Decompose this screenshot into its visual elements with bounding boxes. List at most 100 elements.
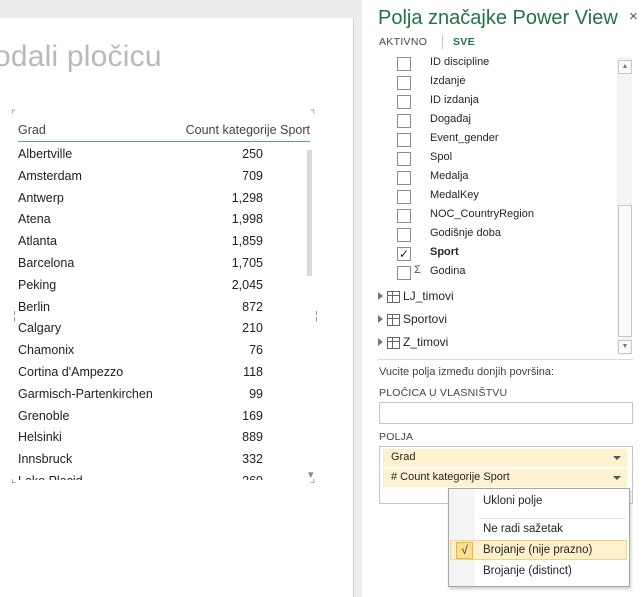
- cell-city: Antwerp: [18, 190, 64, 205]
- cell-city: Cortina d'Ampezzo: [18, 364, 124, 379]
- scroll-up-icon[interactable]: ▲: [618, 60, 632, 74]
- table-tile[interactable]: ⌜ ⌝ ¦ ¦ ⌞ ▾ ⌟ Grad Count kategorije Spor…: [11, 110, 320, 485]
- cell-city: Albertville: [18, 147, 73, 161]
- field-item[interactable]: Σ Godina: [362, 264, 622, 283]
- cell-count: 210: [242, 321, 263, 336]
- field-item[interactable]: ID discipline: [362, 55, 622, 74]
- check-icon: √: [456, 542, 473, 559]
- table-row[interactable]: Atlanta 1,859: [18, 231, 263, 253]
- checkbox[interactable]: [397, 266, 411, 280]
- data-table: Grad Count kategorije Sport Albertville 2…: [12, 114, 312, 480]
- field-item[interactable]: Godišnje doba: [362, 226, 622, 245]
- tab-all[interactable]: SVE: [453, 36, 475, 48]
- checkbox[interactable]: [397, 76, 411, 90]
- table-icon: [387, 291, 400, 303]
- field-item[interactable]: MedalKey: [362, 188, 622, 207]
- fields-label: POLJA: [379, 431, 414, 443]
- table-row[interactable]: Antwerp 1,298: [18, 188, 263, 210]
- cell-city: Atena: [18, 212, 51, 227]
- field-label: Izdanje: [430, 75, 466, 87]
- table-row[interactable]: Grenoble 169: [18, 406, 263, 428]
- field-list-scrollbar[interactable]: ▲ ▼: [617, 57, 632, 355]
- field-label: NOC_CountryRegion: [430, 208, 534, 220]
- table-row[interactable]: Innsbruck 332: [18, 449, 263, 471]
- menu-item[interactable]: Ne radi sažetak: [450, 520, 627, 540]
- tile-by-drop-zone[interactable]: [379, 402, 633, 424]
- table-icon: [387, 314, 400, 326]
- dropdown-arrow-icon[interactable]: [613, 476, 621, 480]
- table-row[interactable]: Calgary 210: [18, 318, 263, 340]
- tab-active[interactable]: AKTIVNO: [379, 36, 427, 48]
- field-item[interactable]: Event_gender: [362, 131, 622, 150]
- field-context-menu: Ukloni polje Ne radi sažetak √ Brojanje (ni…: [448, 488, 630, 587]
- menu-item[interactable]: Brojanje (distinct): [450, 562, 627, 582]
- scroll-down-icon[interactable]: ▼: [618, 340, 632, 354]
- field-label: Sport: [430, 246, 459, 258]
- close-icon[interactable]: ×: [629, 8, 638, 25]
- table-label: LJ_timovi: [403, 289, 454, 303]
- pane-divider: [378, 359, 633, 360]
- table-item[interactable]: Sportovi: [378, 312, 618, 332]
- checkbox[interactable]: [397, 152, 411, 166]
- field-item[interactable]: ID izdanja: [362, 93, 622, 112]
- checkbox[interactable]: [397, 171, 411, 185]
- cell-city: Lake Placid: [18, 471, 83, 480]
- checkbox[interactable]: [397, 133, 411, 147]
- field-label: Spol: [430, 151, 453, 163]
- table-row[interactable]: Berlin 872: [18, 297, 263, 319]
- field-item[interactable]: ✓ Sport: [362, 245, 622, 264]
- cell-city: Peking: [18, 277, 57, 292]
- menu-item[interactable]: √ Brojanje (nije prazno): [450, 540, 627, 560]
- resize-handle-right[interactable]: ¦: [315, 311, 318, 322]
- cell-city: Calgary: [18, 321, 62, 336]
- checkbox[interactable]: [397, 95, 411, 109]
- field-chip[interactable]: # Count kategorije Sport: [383, 469, 627, 487]
- expand-arrow-icon[interactable]: [378, 338, 383, 346]
- checkbox-checked[interactable]: ✓: [397, 247, 411, 261]
- cell-city: Helsinki: [18, 430, 62, 445]
- menu-item[interactable]: Ukloni polje: [450, 492, 627, 512]
- field-item[interactable]: Događaj: [362, 112, 622, 131]
- column-header-count[interactable]: Count kategorije Sport: [186, 123, 310, 137]
- table-row[interactable]: Cortina d'Ampezzo 118: [18, 362, 263, 384]
- cell-count: 1,998: [231, 212, 263, 227]
- cell-city: Barcelona: [18, 255, 75, 270]
- field-item[interactable]: NOC_CountryRegion: [362, 207, 622, 226]
- scroll-thumb[interactable]: [618, 205, 632, 337]
- checkbox[interactable]: [397, 190, 411, 204]
- table-row[interactable]: Albertville 250: [18, 144, 263, 166]
- cell-count: 872: [242, 299, 263, 314]
- table-item[interactable]: Z_timovi: [378, 335, 618, 355]
- checkbox[interactable]: [397, 209, 411, 223]
- cell-count: 1,859: [231, 234, 263, 249]
- field-chip[interactable]: Grad: [383, 449, 627, 467]
- expand-arrow-icon[interactable]: [378, 292, 383, 300]
- table-header: Grad Count kategorije Sport: [18, 123, 310, 142]
- menu-item-label: Ukloni polje: [483, 495, 543, 507]
- table-scrollbar[interactable]: [307, 150, 312, 276]
- table-row[interactable]: Chamonix 76: [18, 340, 263, 362]
- table-row[interactable]: Helsinki 889: [18, 427, 263, 449]
- table-item[interactable]: LJ_timovi: [378, 289, 618, 309]
- column-header-city[interactable]: Grad: [18, 123, 46, 137]
- table-row[interactable]: Peking 2,045: [18, 275, 263, 297]
- field-label: Godina: [430, 265, 466, 277]
- field-item[interactable]: Spol: [362, 150, 622, 169]
- checkbox[interactable]: [397, 228, 411, 242]
- field-label: MedalKey: [430, 189, 479, 201]
- dropdown-arrow-icon[interactable]: [613, 456, 621, 460]
- canvas-title-placeholder[interactable]: odali pločicu: [0, 40, 162, 74]
- menu-item-label: Brojanje (distinct): [483, 565, 572, 577]
- field-item[interactable]: Izdanje: [362, 74, 622, 93]
- field-item[interactable]: Medalja: [362, 169, 622, 188]
- table-row[interactable]: Lake Placid 260: [18, 471, 263, 480]
- expand-arrow-icon[interactable]: [378, 315, 383, 323]
- table-row[interactable]: Garmisch-Partenkirchen 99: [18, 384, 263, 406]
- table-row[interactable]: Atena 1,998: [18, 209, 263, 231]
- checkbox[interactable]: [397, 114, 411, 128]
- checkbox[interactable]: [397, 57, 411, 71]
- table-icon: [387, 337, 400, 349]
- cell-count: 889: [242, 430, 263, 445]
- table-row[interactable]: Amsterdam 709: [18, 166, 263, 188]
- table-row[interactable]: Barcelona 1,705: [18, 253, 263, 275]
